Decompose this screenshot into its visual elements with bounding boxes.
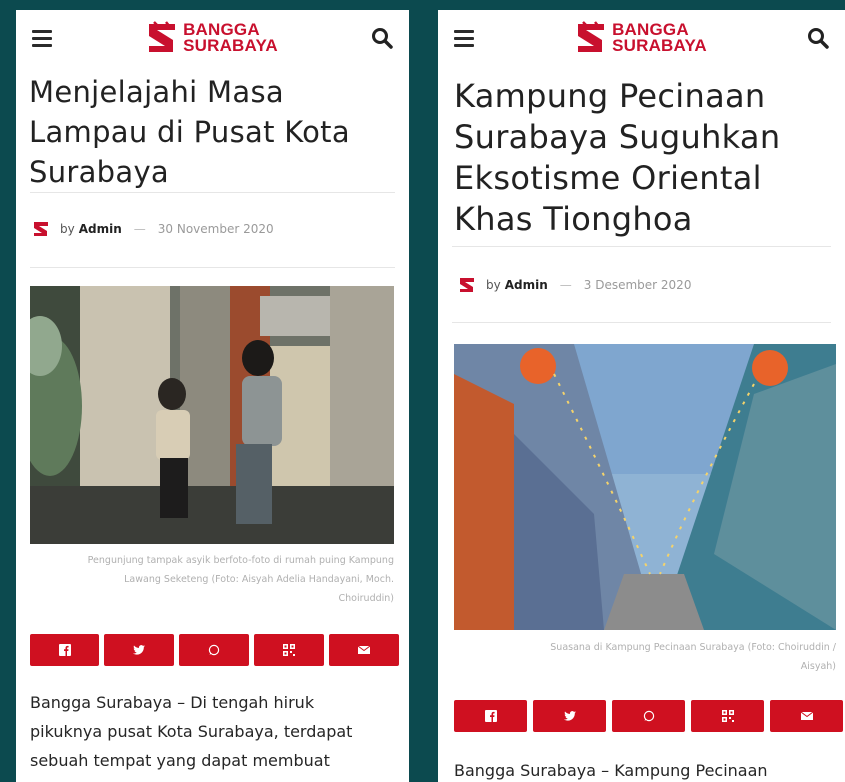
logo-mark-icon <box>149 21 176 52</box>
photo-caption: Pengunjung tampak asyik berfoto-foto di … <box>87 555 394 604</box>
logo-line-2: SURABAYA <box>612 36 707 55</box>
qr-code-icon <box>721 710 734 722</box>
share-qr-button[interactable] <box>254 634 324 666</box>
hamburger-menu-icon[interactable] <box>32 29 52 47</box>
search-icon[interactable] <box>807 27 829 49</box>
facebook-icon <box>484 710 497 722</box>
article-meta: by Admin — 30 November 2020 <box>32 220 274 238</box>
logo-mark-icon <box>578 21 605 52</box>
author-link[interactable]: Admin <box>79 222 122 236</box>
article-meta: by Admin — 3 Desember 2020 <box>458 276 691 294</box>
share-email-button[interactable] <box>770 700 843 732</box>
search-icon[interactable] <box>371 27 393 49</box>
divider <box>452 322 831 323</box>
share-bar <box>454 700 843 732</box>
by-label: by <box>60 222 75 236</box>
article-photo <box>30 286 394 544</box>
top-navigation-bar: BANGGA SURABAYA <box>438 10 845 66</box>
article-title: Kampung Pecinaan Surabaya Suguhkan Eksot… <box>454 77 781 238</box>
article-title: Menjelajahi Masa Lampau di Pusat Kota Su… <box>29 75 350 189</box>
twitter-icon <box>563 711 576 721</box>
share-whatsapp-button[interactable] <box>179 634 249 666</box>
divider <box>30 267 395 268</box>
photo-caption: Suasana di Kampung Pecinaan Surabaya (Fo… <box>550 642 836 672</box>
author-link[interactable]: Admin <box>505 278 548 292</box>
divider <box>452 246 831 247</box>
divider <box>30 192 395 193</box>
share-facebook-button[interactable] <box>30 634 99 666</box>
share-facebook-button[interactable] <box>454 700 527 732</box>
publish-date: 30 November 2020 <box>157 222 274 236</box>
share-qr-button[interactable] <box>691 700 764 732</box>
article-screen-right: BANGGA SURABAYA Kampung Pecinaan Surabay… <box>438 10 845 782</box>
site-logo[interactable]: BANGGA SURABAYA <box>574 20 707 56</box>
whatsapp-icon <box>643 710 654 722</box>
hamburger-menu-icon[interactable] <box>454 29 474 47</box>
article-screen-left: BANGGA SURABAYA Menjelajahi Masa Lampau … <box>16 10 409 782</box>
meta-separator: — <box>133 222 146 236</box>
email-icon <box>358 645 370 654</box>
qr-code-icon <box>283 644 295 656</box>
author-avatar-icon <box>34 222 48 236</box>
share-whatsapp-button[interactable] <box>612 700 685 732</box>
article-body: Bangga Surabaya – Kampung Pecinaan <box>454 761 768 780</box>
top-navigation-bar: BANGGA SURABAYA <box>16 10 409 66</box>
logo-line-2: SURABAYA <box>183 36 278 55</box>
share-twitter-button[interactable] <box>104 634 174 666</box>
email-icon <box>800 711 813 720</box>
author-avatar-icon <box>460 278 474 292</box>
facebook-icon <box>58 644 71 656</box>
by-label: by <box>486 278 501 292</box>
article-photo <box>454 344 836 630</box>
site-logo[interactable]: BANGGA SURABAYA <box>145 20 278 56</box>
twitter-icon <box>133 645 145 655</box>
share-twitter-button[interactable] <box>533 700 606 732</box>
whatsapp-icon <box>208 644 220 656</box>
share-email-button[interactable] <box>329 634 399 666</box>
article-body: Bangga Surabaya – Di tengah hiruk pikukn… <box>30 693 353 770</box>
meta-separator: — <box>559 278 572 292</box>
share-bar <box>30 634 399 666</box>
publish-date: 3 Desember 2020 <box>583 278 692 292</box>
